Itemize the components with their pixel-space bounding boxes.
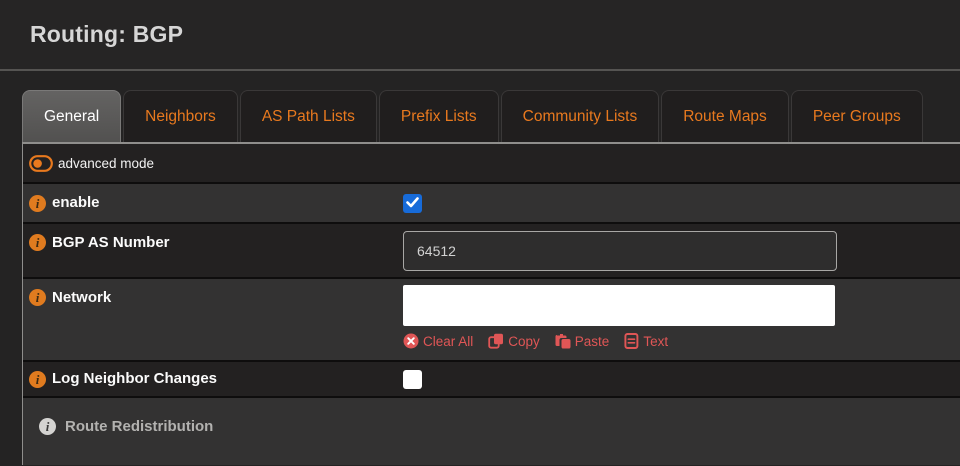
clear-all-link[interactable]: Clear All: [403, 333, 473, 349]
paste-label: Paste: [575, 334, 610, 349]
bgp-as-number-row: i BGP AS Number: [23, 224, 960, 279]
checkmark-icon: [406, 195, 419, 213]
enable-checkbox[interactable]: [403, 194, 422, 213]
info-icon[interactable]: i: [39, 418, 56, 435]
info-icon[interactable]: i: [29, 234, 46, 251]
network-label: Network: [52, 289, 111, 307]
enable-label: enable: [52, 194, 100, 212]
tab-route-maps[interactable]: Route Maps: [661, 90, 789, 142]
info-icon[interactable]: i: [29, 371, 46, 388]
enable-row: i enable: [23, 184, 960, 224]
bgp-as-number-input[interactable]: [403, 231, 837, 271]
network-input[interactable]: [403, 285, 835, 326]
advanced-mode-row[interactable]: advanced mode: [23, 144, 960, 184]
tab-neighbors-label: Neighbors: [145, 108, 216, 126]
network-row: i Network Clear All: [23, 279, 960, 362]
route-redistribution-row: i Route Redistribution: [23, 398, 960, 465]
tab-community-lists-label: Community Lists: [523, 108, 638, 126]
copy-icon: [488, 333, 504, 349]
tab-prefix-lists-label: Prefix Lists: [401, 108, 477, 126]
bgp-as-number-label: BGP AS Number: [52, 234, 170, 252]
text-label: Text: [643, 334, 668, 349]
log-neighbor-changes-row: i Log Neighbor Changes: [23, 362, 960, 398]
tab-as-path-lists-label: AS Path Lists: [262, 108, 355, 126]
tab-general-label: General: [44, 108, 99, 126]
log-neighbor-changes-checkbox[interactable]: [403, 370, 422, 389]
toggle-off-icon[interactable]: [29, 155, 53, 172]
copy-link[interactable]: Copy: [488, 333, 540, 349]
tab-peer-groups[interactable]: Peer Groups: [791, 90, 923, 142]
file-lines-icon: [624, 333, 639, 349]
tab-neighbors[interactable]: Neighbors: [123, 90, 238, 142]
tab-prefix-lists[interactable]: Prefix Lists: [379, 90, 499, 142]
advanced-mode-label: advanced mode: [58, 156, 154, 171]
tab-bar: General Neighbors AS Path Lists Prefix L…: [22, 90, 960, 142]
route-redistribution-label: Route Redistribution: [65, 418, 213, 436]
tab-as-path-lists[interactable]: AS Path Lists: [240, 90, 377, 142]
tab-general[interactable]: General: [22, 90, 121, 142]
paste-icon: [555, 333, 571, 349]
paste-link[interactable]: Paste: [555, 333, 610, 349]
copy-label: Copy: [508, 334, 540, 349]
clear-all-label: Clear All: [423, 334, 473, 349]
page-title: Routing: BGP: [30, 21, 183, 48]
tab-route-maps-label: Route Maps: [683, 108, 767, 126]
info-icon[interactable]: i: [29, 195, 46, 212]
page-header: Routing: BGP: [0, 0, 960, 71]
network-token-actions: Clear All Copy: [403, 333, 960, 349]
tab-community-lists[interactable]: Community Lists: [501, 90, 660, 142]
log-neighbor-changes-label: Log Neighbor Changes: [52, 370, 217, 388]
times-circle-icon: [403, 333, 419, 349]
text-link[interactable]: Text: [624, 333, 668, 349]
general-settings-table: advanced mode i enable i BGP AS Number: [22, 142, 960, 465]
info-icon[interactable]: i: [29, 289, 46, 306]
tab-peer-groups-label: Peer Groups: [813, 108, 901, 126]
